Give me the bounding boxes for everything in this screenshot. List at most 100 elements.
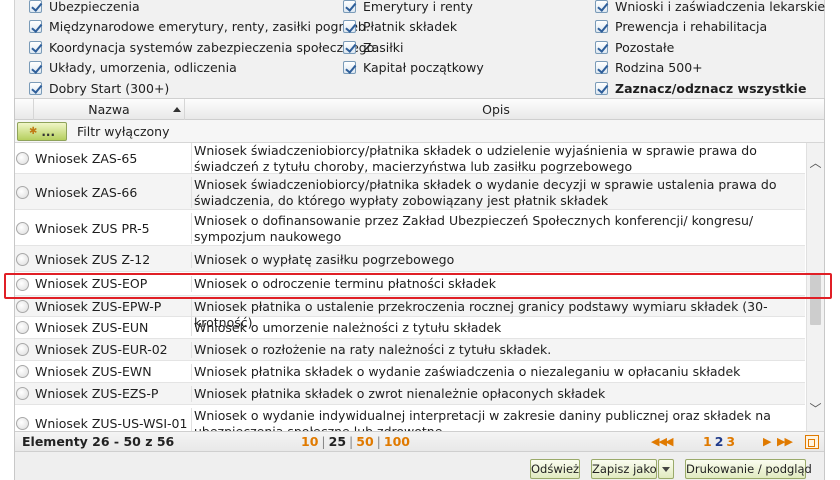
table-row[interactable]: Wniosek ZAS-66 Wniosek świadczeniobiorcy…: [15, 174, 805, 210]
row-name: Wniosek ZUS PR-5: [35, 221, 150, 236]
category-label: Kapitał początkowy: [363, 60, 484, 76]
category-checkbox-koordynacja[interactable]: Koordynacja systemów zabezpieczenia społ…: [29, 37, 374, 58]
table-row[interactable]: Wniosek ZUS-US-WSI-01 Wniosek o wydanie …: [15, 405, 805, 431]
page-link[interactable]: 3: [726, 434, 735, 449]
scroll-down-icon[interactable]: ﹀: [807, 399, 824, 419]
category-checkbox-platnik[interactable]: Płatnik składek: [343, 17, 484, 38]
checkbox-checked-icon[interactable]: [29, 81, 42, 95]
previous-page-icon[interactable]: ◀: [665, 432, 674, 452]
row-radio[interactable]: [16, 222, 29, 235]
print-preview-button[interactable]: Drukowanie / podgląd: [685, 459, 812, 479]
category-label: Prewencja i rehabilitacja: [615, 19, 768, 35]
checkbox-checked-icon[interactable]: [595, 40, 608, 54]
page-link-current[interactable]: 2: [715, 434, 724, 449]
save-as-dropdown-icon[interactable]: [658, 459, 674, 479]
category-label: Dobry Start (300+): [49, 80, 170, 96]
export-icon[interactable]: [805, 435, 819, 449]
sort-ascending-icon[interactable]: [173, 107, 181, 112]
filter-status: Filtr wyłączony: [77, 124, 170, 139]
category-checkbox-prewencja[interactable]: Prewencja i rehabilitacja: [595, 17, 825, 38]
column-header-name[interactable]: Nazwa: [33, 99, 185, 120]
category-checkbox-uklady[interactable]: Układy, umorzenia, odliczenia: [29, 58, 374, 79]
checkbox-checked-icon[interactable]: [343, 40, 356, 54]
row-highlight-box: [4, 273, 832, 299]
row-radio[interactable]: [16, 152, 29, 165]
category-checkbox-kapital[interactable]: Kapitał początkowy: [343, 58, 484, 79]
row-description: Wniosek płatnika składek o wydanie zaświ…: [191, 364, 797, 380]
category-label: Rodzina 500+: [615, 60, 703, 76]
checkbox-checked-icon[interactable]: [29, 40, 42, 54]
table-row[interactable]: Wniosek ZUS-EZS-P Wniosek płatnika skład…: [15, 383, 805, 405]
checkbox-checked-icon[interactable]: [595, 81, 608, 95]
filter-icon: ✱: [28, 126, 38, 137]
checkbox-checked-icon[interactable]: [29, 61, 42, 75]
scroll-up-icon[interactable]: ︿: [807, 153, 824, 173]
row-radio[interactable]: [16, 387, 29, 400]
page-size-option[interactable]: 10: [301, 434, 318, 449]
row-radio[interactable]: [16, 186, 29, 199]
table-row[interactable]: Wniosek ZUS-EUN Wniosek o umorzenie nale…: [15, 317, 805, 339]
row-description: Wniosek świadczeniobiorcy/płatnika skład…: [191, 143, 797, 174]
category-label: Międzynarodowe emerytury, renty, zasiłki…: [49, 19, 370, 35]
category-checkbox-ubezpieczenia[interactable]: Ubezpieczenia: [29, 0, 374, 17]
row-description: Wniosek o rozłożenie na raty należności …: [191, 342, 797, 358]
table-row[interactable]: Wniosek ZUS-EWN Wniosek płatnika składek…: [15, 361, 805, 383]
row-radio[interactable]: [16, 253, 29, 266]
row-radio[interactable]: [16, 343, 29, 356]
row-description: Wniosek płatnika składek o zwrot nienale…: [191, 386, 797, 402]
save-as-button[interactable]: Zapisz jako: [591, 459, 657, 479]
row-description: Wniosek świadczeniobiorcy/płatnika skład…: [191, 177, 797, 208]
separator: |: [376, 434, 381, 449]
row-description: Wniosek o wypłatę zasiłku pogrzebowego: [191, 252, 797, 268]
checkbox-checked-icon[interactable]: [343, 0, 356, 13]
category-checkbox-rodzina-500[interactable]: Rodzina 500+: [595, 58, 825, 79]
select-all-label: Zaznacz/odznacz wszystkie: [615, 80, 807, 96]
category-label: Wnioski i zaświadczenia lekarskie: [615, 0, 826, 14]
page-size-option[interactable]: 50: [356, 434, 373, 449]
table-row[interactable]: Wniosek ZUS-EPW-P Wniosek płatnika o ust…: [15, 296, 805, 330]
table-row[interactable]: Wniosek ZUS PR-5 Wniosek o dofinansowani…: [15, 210, 805, 246]
page-size-option-selected[interactable]: 25: [329, 434, 346, 449]
page-size-option[interactable]: 100: [384, 434, 410, 449]
row-radio[interactable]: [16, 321, 29, 334]
next-page-icon[interactable]: ▶: [763, 432, 772, 452]
row-description: Wniosek o dofinansowanie przez Zakład Ub…: [191, 213, 797, 244]
row-radio[interactable]: [16, 300, 29, 313]
separator: |: [321, 434, 326, 449]
column-header-description[interactable]: Opis: [186, 99, 806, 120]
row-description: Wniosek o umorzenie należności z tytułu …: [191, 320, 797, 336]
refresh-button[interactable]: Odśwież: [530, 459, 580, 479]
category-checkbox-wnioski-lekarskie[interactable]: Wnioski i zaświadczenia lekarskie: [595, 0, 825, 17]
checkbox-checked-icon[interactable]: [343, 61, 356, 75]
row-description: Wniosek o wydanie indywidualnej interpre…: [191, 408, 797, 431]
table-row[interactable]: Wniosek ZUS Z-12 Wniosek o wypłatę zasił…: [15, 246, 805, 272]
column-header-description-label: Opis: [482, 102, 510, 117]
category-checkbox-zasilki[interactable]: Zasiłki: [343, 37, 484, 58]
table-row[interactable]: Wniosek ZUS-EUR-02 Wniosek o rozłożenie …: [15, 339, 805, 361]
category-checkbox-dobry-start[interactable]: Dobry Start (300+): [29, 78, 374, 99]
checkbox-checked-icon[interactable]: [29, 20, 42, 34]
last-page-icon[interactable]: ▶▶: [777, 432, 793, 452]
item-count: Elementy 26 - 50 z 56: [22, 434, 175, 449]
table-row[interactable]: Wniosek ZAS-65 Wniosek świadczeniobiorcy…: [15, 143, 805, 174]
category-checkbox-miedzynarodowe[interactable]: Międzynarodowe emerytury, renty, zasiłki…: [29, 17, 374, 38]
select-all-checkbox[interactable]: Zaznacz/odznacz wszystkie: [595, 78, 825, 99]
category-checkbox-pozostale[interactable]: Pozostałe: [595, 37, 825, 58]
checkbox-checked-icon[interactable]: [343, 20, 356, 34]
checkbox-checked-icon[interactable]: [595, 20, 608, 34]
page-links: 123: [703, 432, 738, 452]
row-name: Wniosek ZUS-EUN: [35, 320, 149, 335]
category-label: Emerytury i renty: [363, 0, 473, 14]
page-link[interactable]: 1: [703, 434, 712, 449]
row-name: Wniosek ZUS-EUR-02: [35, 342, 168, 357]
checkbox-checked-icon[interactable]: [29, 0, 42, 13]
first-page-icon[interactable]: ◀◀: [651, 432, 667, 452]
checkbox-checked-icon[interactable]: [595, 61, 608, 75]
separator: |: [349, 434, 354, 449]
row-name: Wniosek ZUS-EPW-P: [35, 299, 162, 314]
row-radio[interactable]: [16, 365, 29, 378]
checkbox-checked-icon[interactable]: [595, 0, 608, 13]
category-checkbox-emerytury[interactable]: Emerytury i renty: [343, 0, 484, 17]
filter-button[interactable]: ✱...: [17, 122, 67, 141]
row-radio[interactable]: [16, 417, 29, 430]
